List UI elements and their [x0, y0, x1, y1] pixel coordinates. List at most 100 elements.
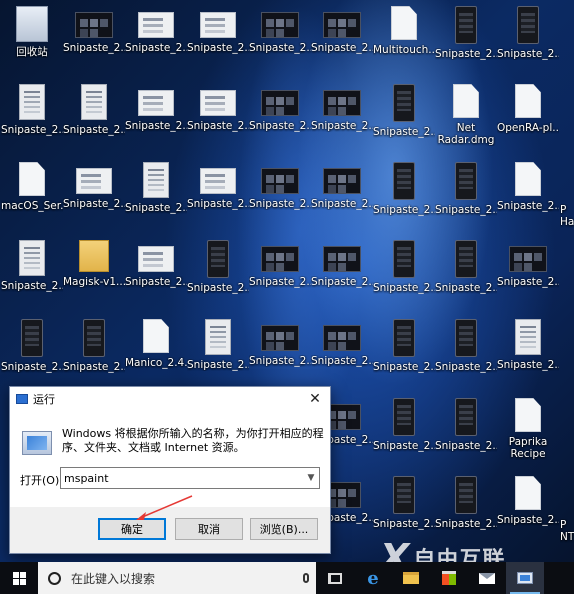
desktop-icon[interactable]: Snipaste_2... — [497, 236, 559, 312]
file-explorer-button[interactable] — [392, 562, 430, 594]
image-thumbnail-icon — [393, 240, 415, 278]
desktop-icon[interactable]: Snipaste_2... — [373, 158, 435, 234]
open-input[interactable] — [61, 469, 303, 487]
recycle-bin-icon — [16, 6, 48, 42]
desktop-icon-label: Snipaste_2... — [249, 198, 311, 210]
desktop-icon[interactable]: Snipaste_2... — [187, 80, 249, 156]
desktop-icon[interactable]: Snipaste_2... — [311, 2, 373, 78]
file-icon — [515, 398, 541, 432]
desktop-icon[interactable]: Snipaste_2... — [63, 80, 125, 156]
desktop-icon[interactable]: Snipaste_2... — [435, 158, 497, 234]
desktop-icon[interactable]: Snipaste_2... — [187, 236, 249, 312]
image-thumbnail-icon — [200, 12, 236, 38]
mail-icon — [479, 572, 495, 584]
task-view-button[interactable] — [316, 562, 354, 594]
desktop-icon[interactable]: Snipaste_2... — [373, 236, 435, 312]
desktop-icon[interactable]: Snipaste_2... — [125, 236, 187, 312]
desktop-icon[interactable]: 回收站 — [1, 2, 63, 78]
desktop-icon-label: Snipaste_2... — [311, 42, 373, 54]
desktop-icon[interactable]: Snipaste_2... — [435, 472, 497, 548]
dialog-titlebar[interactable]: 运行 — [10, 387, 330, 411]
desktop-icon[interactable]: Snipaste_2... — [249, 236, 311, 312]
desktop-icon-label: Snipaste_2... — [373, 204, 435, 216]
image-thumbnail-icon — [261, 12, 299, 38]
desktop-icon[interactable]: Snipaste_2... — [435, 315, 497, 391]
image-thumbnail-icon — [21, 319, 43, 357]
chevron-down-icon[interactable]: ▼ — [303, 473, 319, 483]
desktop-icon[interactable]: Snipaste_2... — [125, 80, 187, 156]
desktop-icon[interactable]: Snipaste_2... — [249, 315, 311, 391]
desktop-icon[interactable]: Snipaste_2... — [187, 2, 249, 78]
desktop-icon[interactable]: Snipaste_2... — [249, 2, 311, 78]
cancel-button[interactable]: 取消 — [175, 518, 243, 540]
image-thumbnail-icon — [76, 168, 112, 194]
desktop-icon-label: Snipaste_2... — [187, 282, 249, 294]
desktop-icon[interactable]: Snipaste_2... — [63, 2, 125, 78]
desktop-icon[interactable]: Magisk-v1... — [63, 236, 125, 312]
desktop-icon[interactable]: Snipaste_2... — [435, 236, 497, 312]
desktop-icon-label: Snipaste_2... — [63, 124, 125, 136]
desktop-icon[interactable]: Snipaste_2... — [435, 2, 497, 78]
close-button[interactable]: ✕ — [306, 390, 324, 408]
store-button[interactable] — [430, 562, 468, 594]
desktop-icon[interactable]: Manico_2.4... — [125, 315, 187, 391]
desktop-icon[interactable]: Snipaste_2... — [63, 315, 125, 391]
browse-button[interactable]: 浏览(B)... — [250, 518, 318, 540]
desktop-icon[interactable]: Snipaste_2... — [497, 315, 559, 391]
desktop-icon-label: Snipaste_2... — [125, 42, 187, 54]
dialog-title: 运行 — [33, 393, 55, 406]
open-label: 打开(O): — [20, 474, 63, 487]
desktop-icon[interactable]: Paprika Recipe Ma... — [497, 394, 559, 470]
desktop-icon-label: Paprika Recipe Ma... — [508, 436, 548, 460]
start-button[interactable] — [0, 562, 38, 594]
desktop-icon[interactable]: Snipaste_2... — [311, 315, 373, 391]
desktop-icon[interactable]: Snipaste_2... — [497, 472, 559, 548]
desktop-icon[interactable]: Snipaste_2... — [249, 158, 311, 234]
image-thumbnail-icon — [517, 6, 539, 44]
desktop-icon[interactable]: Snipaste_2... — [1, 80, 63, 156]
image-thumbnail-icon — [200, 90, 236, 116]
open-combobox[interactable]: ▼ — [60, 467, 320, 489]
file-explorer-icon — [403, 572, 419, 584]
run-taskbar-button[interactable] — [506, 562, 544, 594]
desktop-icon[interactable]: Snipaste_2... — [187, 158, 249, 234]
image-thumbnail-icon — [455, 6, 477, 44]
taskbar-search-box[interactable]: 在此键入以搜索 — [38, 562, 316, 594]
cortana-icon — [48, 571, 61, 585]
desktop-icon[interactable]: OpenRA-pl... — [497, 80, 559, 156]
ok-button[interactable]: 确定 — [98, 518, 166, 540]
desktop-icon[interactable]: Net Radar.dmg — [435, 80, 497, 156]
desktop-icon[interactable]: Snipaste_2... — [63, 158, 125, 234]
edge-button[interactable]: e — [354, 562, 392, 594]
desktop-icon[interactable]: Snipaste_2... — [125, 2, 187, 78]
image-thumbnail-icon — [19, 84, 45, 120]
desktop-icon[interactable]: Snipaste_2... — [373, 315, 435, 391]
desktop-icon[interactable]: Snipaste_2... — [311, 80, 373, 156]
desktop-icon[interactable]: macOS_Ser... — [1, 158, 63, 234]
desktop-icon[interactable]: Snipaste_2... — [1, 236, 63, 312]
desktop-icon[interactable]: Snipaste_2... — [125, 158, 187, 234]
desktop-icon[interactable]: Snipaste_2... — [249, 80, 311, 156]
desktop-icon-label: Snipaste_2... — [187, 359, 249, 371]
desktop-icon[interactable]: Snipaste_2... — [311, 236, 373, 312]
desktop-icon[interactable]: Snipaste_2... — [373, 80, 435, 156]
edge-icon: e — [367, 567, 379, 589]
desktop-icon-label: Snipaste_2... — [125, 120, 187, 132]
image-thumbnail-icon — [393, 398, 415, 436]
image-thumbnail-icon — [455, 240, 477, 278]
desktop-icon[interactable]: Snipaste_2... — [497, 2, 559, 78]
desktop-icon[interactable]: Snipaste_2... — [373, 394, 435, 470]
desktop-icon[interactable]: Snipaste_2... — [187, 315, 249, 391]
desktop-icon[interactable]: Snipaste_2... — [435, 394, 497, 470]
desktop-icon[interactable]: Snipaste_2... — [497, 158, 559, 234]
image-thumbnail-icon — [323, 12, 361, 38]
desktop-icon-label: Snipaste_2... — [497, 200, 559, 212]
desktop-icon[interactable]: Multitouch... — [373, 2, 435, 78]
desktop-icon[interactable]: Snipaste_2... — [1, 315, 63, 391]
desktop-icon[interactable]: Snipaste_2... — [311, 158, 373, 234]
microphone-icon[interactable] — [296, 573, 316, 583]
mail-button[interactable] — [468, 562, 506, 594]
desktop-icon-label: Snipaste_2... — [311, 276, 373, 288]
desktop-icon-label: Snipaste_2... — [249, 120, 311, 132]
desktop-icon[interactable]: Snipaste_2... — [373, 472, 435, 548]
